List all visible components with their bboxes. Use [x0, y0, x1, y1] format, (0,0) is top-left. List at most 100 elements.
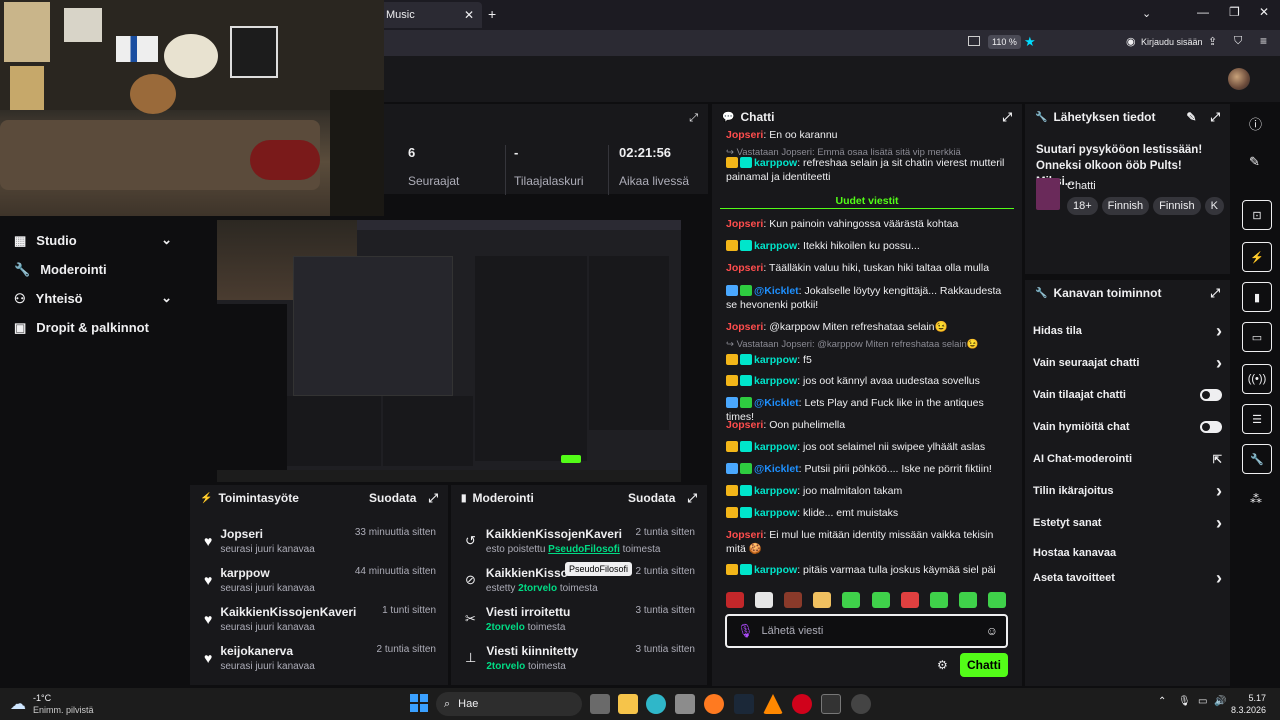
emote-icon[interactable]	[784, 592, 803, 608]
account-icon[interactable]: ◉	[1126, 35, 1136, 48]
file-explorer-icon[interactable]	[618, 694, 638, 714]
emote-icon[interactable]	[900, 592, 919, 608]
filter-button[interactable]: Suodata	[369, 491, 416, 505]
popout-icon[interactable]: ⤢	[689, 112, 698, 125]
chat-username[interactable]: Jopseri	[726, 129, 763, 141]
network-icon[interactable]: ▭	[1198, 696, 1207, 707]
chat-username[interactable]: karppow	[754, 157, 797, 169]
filter-button[interactable]: Suodata	[628, 491, 675, 505]
chevron-down-icon[interactable]: ⌄	[161, 232, 172, 248]
chat-username[interactable]: @Kicklet	[754, 397, 799, 409]
emote-icon[interactable]	[813, 592, 832, 608]
list-item[interactable]: ♥ Jopseri seurasi juuri kanavaa 33 minuut…	[190, 521, 448, 560]
new-tab-icon[interactable]: +	[488, 6, 496, 22]
external-link-icon[interactable]: ⇱	[1213, 453, 1222, 466]
tray-chevron-icon[interactable]: ⌃	[1158, 696, 1166, 707]
emote-icon[interactable]	[958, 592, 977, 608]
bot-badge-icon[interactable]	[726, 463, 738, 474]
chat-username[interactable]: karppow	[754, 441, 797, 453]
maximize-icon[interactable]: ❐	[1229, 5, 1240, 19]
user-name[interactable]: karppow	[220, 566, 315, 580]
bot-badge-icon[interactable]	[726, 285, 738, 296]
chat-username[interactable]: Jopseri	[726, 419, 763, 431]
store-icon[interactable]	[675, 694, 695, 714]
extensions-icon[interactable]: ⇪	[1208, 35, 1217, 48]
chevron-right-icon[interactable]: ›	[1216, 321, 1222, 342]
popout-icon[interactable]: ⤢	[428, 491, 438, 506]
obs-icon[interactable]	[851, 694, 871, 714]
shield-button[interactable]: ▮	[1242, 282, 1272, 312]
chat-username[interactable]: karppow	[754, 485, 797, 497]
crown-badge-icon[interactable]	[726, 354, 738, 365]
moderator-link[interactable]: 2torvelo	[486, 622, 525, 633]
toggle-switch[interactable]	[1200, 421, 1222, 433]
sidebar-item-community[interactable]: ⚇ Yhteisö ⌄	[0, 284, 188, 313]
verified-badge-icon[interactable]	[740, 397, 752, 408]
channel-action-item[interactable]: Estetyt sanat ›	[1025, 507, 1230, 539]
sidebar-item-studio[interactable]: ▦ Studio ⌄	[0, 226, 188, 255]
toggle-switch[interactable]	[1200, 389, 1222, 401]
chat-username[interactable]: karppow	[754, 354, 797, 366]
bot-badge-icon[interactable]	[726, 397, 738, 408]
weather-cloud-icon[interactable]: ☁	[10, 694, 26, 714]
chevron-down-icon[interactable]: ⌄	[161, 290, 172, 306]
emote-icon[interactable]	[726, 592, 744, 608]
chat-username[interactable]: karppow	[754, 507, 797, 519]
channel-action-item[interactable]: Tilin ikärajoitus ›	[1025, 475, 1230, 507]
broadcast-button[interactable]: ((•))	[1242, 364, 1272, 394]
emote-icon[interactable]	[987, 592, 1006, 608]
vip-badge-icon[interactable]	[740, 375, 752, 386]
menu-icon[interactable]: ≡	[1260, 34, 1267, 48]
emote-icon[interactable]	[871, 592, 890, 608]
user-name[interactable]: Jopseri	[220, 527, 315, 541]
popout-icon[interactable]: ⤢	[1210, 286, 1220, 301]
close-window-icon[interactable]: ✕	[1259, 5, 1269, 19]
chevron-right-icon[interactable]: ›	[1216, 513, 1222, 534]
layout-button[interactable]: ☰	[1242, 404, 1272, 434]
sidebar-item-moderation[interactable]: 🔧 Moderointi	[0, 255, 188, 284]
crown-badge-icon[interactable]	[726, 157, 738, 168]
verified-badge-icon[interactable]	[740, 463, 752, 474]
sidebar-item-drops[interactable]: ▣ Dropit & palkinnot	[0, 313, 188, 342]
chat-username[interactable]: @Kicklet	[754, 463, 799, 475]
task-view-icon[interactable]	[590, 694, 610, 714]
edit-pencil-icon[interactable]: ✎	[1186, 110, 1196, 124]
emote-icon[interactable]	[755, 592, 774, 608]
chat-username[interactable]: karppow	[754, 240, 797, 252]
chevron-right-icon[interactable]: ›	[1216, 353, 1222, 374]
tag[interactable]: 18+	[1067, 197, 1098, 215]
emoji-icon[interactable]: ☺	[986, 624, 998, 638]
wrench-button[interactable]: 🔧	[1242, 444, 1272, 474]
user-name[interactable]: KaikkienKissojenKaveri	[220, 605, 356, 619]
camera-button[interactable]: ⊡	[1242, 200, 1272, 230]
emote-icon[interactable]	[842, 592, 861, 608]
tag[interactable]: Finnish	[1153, 197, 1201, 215]
close-tab-icon[interactable]: ✕	[464, 8, 474, 22]
tab-list-icon[interactable]: ⌄	[1142, 7, 1151, 20]
taskbar-search[interactable]: ⌕ Hae	[436, 692, 582, 716]
chat-send-button[interactable]: Chatti	[960, 653, 1008, 677]
vip-badge-icon[interactable]	[740, 485, 752, 496]
list-item[interactable]: ♥ karppow seurasi juuri kanavaa 44 minuut…	[190, 560, 448, 599]
chat-button[interactable]: ▭	[1242, 322, 1272, 352]
channel-action-item[interactable]: Vain hymiöitä chat	[1025, 411, 1230, 443]
browser-tab[interactable]: Music ✕	[378, 2, 482, 28]
minimize-icon[interactable]: —	[1197, 5, 1209, 19]
list-item[interactable]: ✂ Viesti irroitettu 2torvelo toimesta 3 t…	[451, 599, 707, 638]
crown-badge-icon[interactable]	[726, 375, 738, 386]
clock-time[interactable]: 5.17	[1232, 693, 1266, 703]
popout-icon[interactable]: ⤢	[687, 491, 697, 506]
list-item[interactable]: ♥ keijokanerva seurasi juuri kanavaa 2 tu…	[190, 638, 448, 677]
more-icon[interactable]: ⁂	[1250, 492, 1262, 506]
clock-date[interactable]: 8.3.2026	[1224, 705, 1266, 715]
category-name[interactable]: Chatti	[1067, 180, 1096, 192]
user-name[interactable]: keijokanerva	[220, 644, 315, 658]
chat-input[interactable]: 🎙 Lähetä viesti ☺	[725, 614, 1008, 648]
chat-username[interactable]: Jopseri	[726, 218, 763, 230]
edge-icon[interactable]	[646, 694, 666, 714]
category-thumbnail[interactable]	[1036, 178, 1060, 210]
firefox-icon[interactable]	[704, 694, 724, 714]
vip-badge-icon[interactable]	[740, 240, 752, 251]
reader-view-icon[interactable]	[968, 36, 980, 46]
login-label[interactable]: Kirjaudu sisään	[1141, 37, 1203, 47]
